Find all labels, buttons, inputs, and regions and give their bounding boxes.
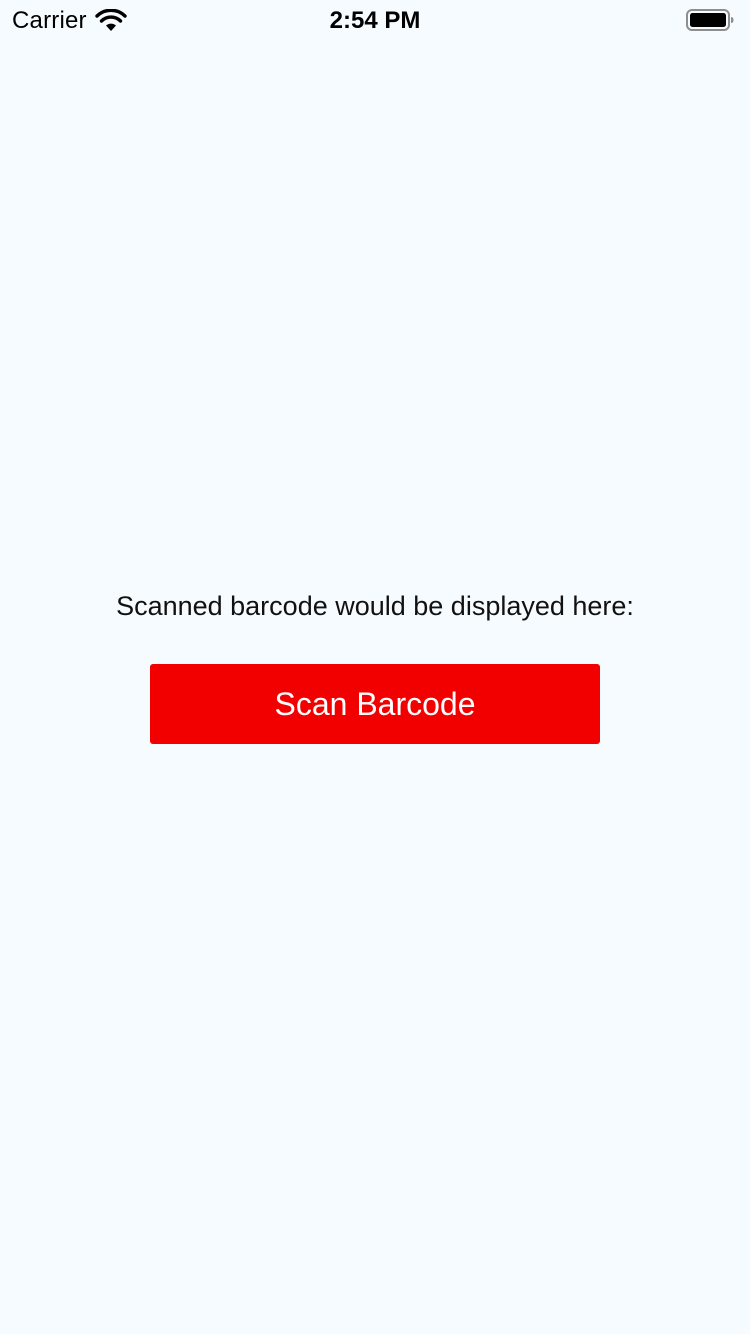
scan-barcode-button[interactable]: Scan Barcode bbox=[150, 664, 600, 744]
scanned-barcode-label: Scanned barcode would be displayed here: bbox=[116, 591, 634, 621]
app-screen: Carrier 2:54 PM Scanned barcode would be… bbox=[0, 0, 750, 1334]
battery-icon bbox=[686, 9, 734, 31]
status-bar: Carrier 2:54 PM bbox=[0, 0, 750, 40]
status-time: 2:54 PM bbox=[329, 7, 421, 34]
